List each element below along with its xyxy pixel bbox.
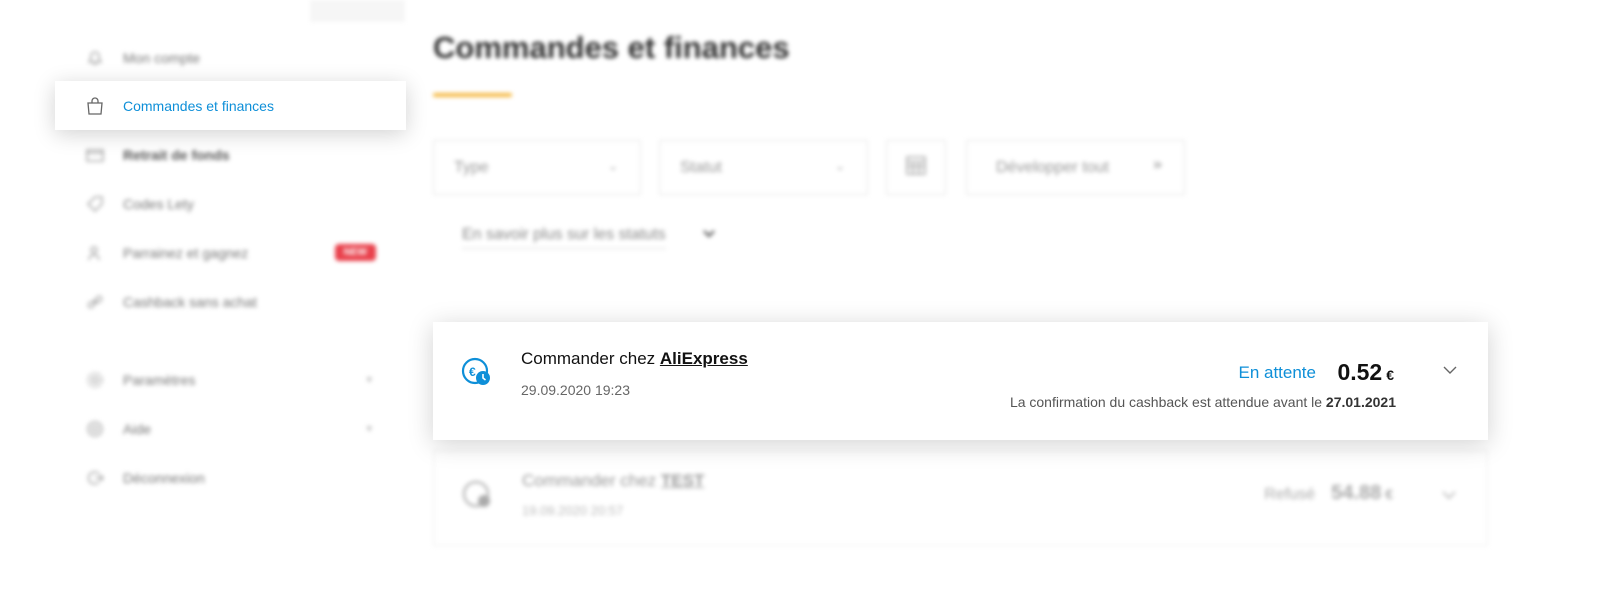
sidebar-item-codes[interactable]: Codes Lety <box>55 179 406 228</box>
double-chevron-down-icon: » <box>1153 156 1162 173</box>
cashback-amount: 0.52 € <box>1337 359 1394 386</box>
type-filter-label: Type <box>454 158 489 176</box>
order-prefix: Commander chez <box>522 471 657 490</box>
store-link[interactable]: TEST <box>661 471 704 490</box>
referral-icon <box>84 242 106 264</box>
link-icon <box>84 291 106 313</box>
status-filter-label: Statut <box>680 158 722 176</box>
amount-value: 54.88 <box>1331 482 1382 504</box>
currency: € <box>1386 367 1394 383</box>
shopping-bag-icon <box>84 95 106 117</box>
user-icon <box>84 47 106 69</box>
order-card[interactable]: Commander chez TEST 19.09.2020 20:57 Ref… <box>433 450 1488 546</box>
sidebar-item-label: Commandes et finances <box>123 97 274 114</box>
order-title: Commander chez TEST <box>522 471 704 491</box>
calendar-icon <box>905 154 927 181</box>
order-prefix: Commander chez <box>521 349 656 368</box>
amount-value: 0.52 <box>1337 359 1383 385</box>
chevron-down-icon[interactable] <box>1442 362 1458 378</box>
chevron-down-icon[interactable] <box>702 226 716 242</box>
order-title: Commander chez AliExpress <box>521 349 748 369</box>
chevron-down-icon: ⌄ <box>834 159 845 173</box>
sidebar-item-label: Codes Lety <box>123 195 194 212</box>
sidebar-item-parrainez[interactable]: Parrainez et gagnez NEW <box>55 228 406 277</box>
currency: € <box>1385 486 1393 502</box>
expand-all-button[interactable]: Développer tout » <box>966 140 1185 195</box>
order-date: 19.09.2020 20:57 <box>522 503 624 518</box>
chevron-down-icon: ▾ <box>366 423 372 435</box>
sidebar-item-label: Retrait de fonds <box>123 146 230 163</box>
order-card[interactable]: € Commander chez AliExpress 29.09.2020 1… <box>433 322 1488 440</box>
confirmation-text: La confirmation du cashback est attendue… <box>1009 394 1323 410</box>
status-filter[interactable]: Statut ⌄ <box>659 140 868 195</box>
sidebar-item-aide[interactable]: Aide ▾ <box>55 404 406 453</box>
cashback-amount: 54.88 € <box>1331 482 1393 505</box>
sidebar-item-parametres[interactable]: Paramètres ▾ <box>55 355 406 404</box>
sidebar-item-cashback[interactable]: Cashback sans achat <box>55 277 406 326</box>
calendar-button[interactable] <box>886 140 946 195</box>
learn-more-link[interactable]: En savoir plus sur les statuts <box>462 226 666 249</box>
expand-all-label: Développer tout <box>996 158 1109 176</box>
chevron-down-icon: ⌄ <box>607 159 618 173</box>
order-date: 29.09.2020 19:23 <box>521 382 630 398</box>
tag-icon <box>84 193 106 215</box>
sidebar-item-mon-compte[interactable]: Mon compte <box>55 33 406 82</box>
confirmation-note: La confirmation du cashback est attendue… <box>1010 394 1396 410</box>
sidebar-item-label: Parrainez et gagnez <box>123 244 249 261</box>
status-label: En attente <box>1238 363 1316 382</box>
title-underline <box>433 93 512 97</box>
new-badge: NEW <box>334 244 376 261</box>
sidebar-item-label: Cashback sans achat <box>123 293 257 310</box>
store-link[interactable]: AliExpress <box>660 349 748 368</box>
euro-clock-icon: € <box>461 356 493 388</box>
page-title: Commandes et finances <box>433 30 790 65</box>
sidebar-item-label: Déconnexion <box>123 469 205 486</box>
sidebar-item-label: Aide <box>123 420 152 437</box>
sidebar-item-label: Mon compte <box>123 49 201 66</box>
clock-icon <box>462 479 494 511</box>
sidebar-item-deconnexion[interactable]: Déconnexion <box>55 453 406 502</box>
confirmation-date: 27.01.2021 <box>1325 394 1396 410</box>
logout-icon <box>84 467 106 489</box>
type-filter[interactable]: Type ⌄ <box>433 140 641 195</box>
chevron-down-icon: ▾ <box>366 374 372 386</box>
gear-icon <box>84 369 106 391</box>
sidebar-item-commandes[interactable]: Commandes et finances <box>55 81 406 130</box>
status-label: Refusé <box>1264 486 1315 503</box>
help-icon <box>84 418 106 440</box>
sidebar: Mon compte Commandes et finances Retrait… <box>0 0 420 594</box>
sidebar-item-retrait[interactable]: Retrait de fonds <box>55 130 406 179</box>
chevron-down-icon[interactable] <box>1441 487 1457 503</box>
wallet-icon <box>84 144 106 166</box>
sidebar-item-label: Paramètres <box>123 371 196 388</box>
svg-text:€: € <box>469 365 476 379</box>
